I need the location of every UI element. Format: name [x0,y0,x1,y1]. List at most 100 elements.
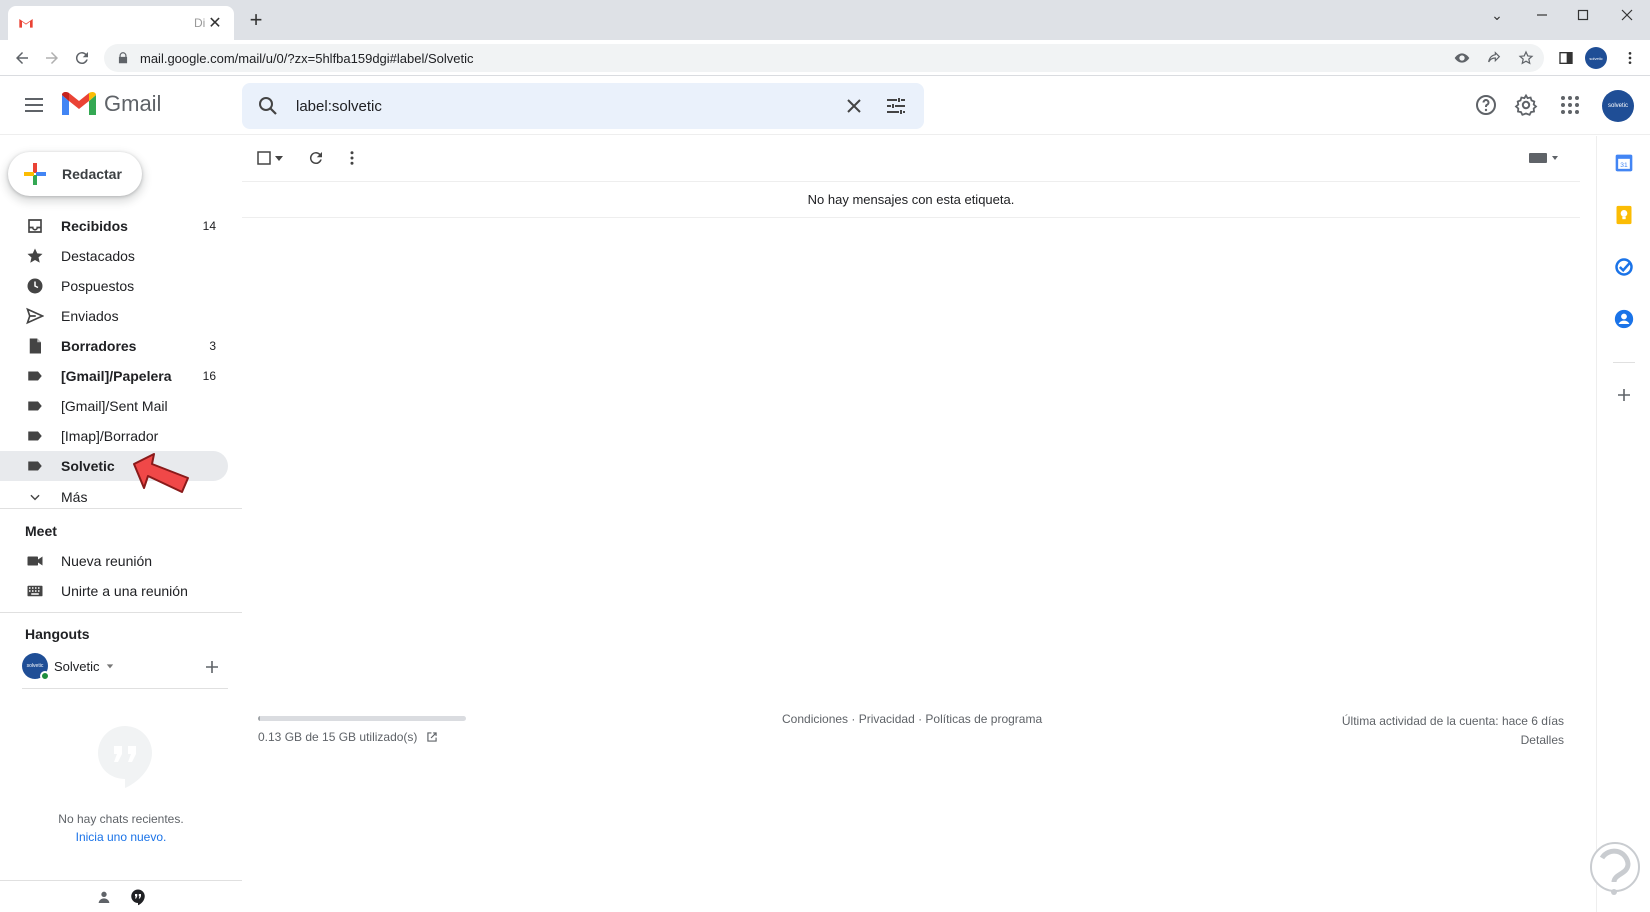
google-keep-icon[interactable] [1613,204,1635,226]
last-activity-text: Última actividad de la cuenta: hace 6 dí… [1341,714,1564,728]
solvetic-watermark-icon [1590,842,1640,895]
storage-usage-text: 0.13 GB de 15 GB utilizado(s) [258,730,418,744]
reload-button[interactable] [70,46,94,70]
account-avatar[interactable]: solvetic [1602,90,1634,122]
share-icon[interactable] [1484,48,1504,68]
start-new-chat-link[interactable]: Inicia uno nuevo. [76,830,167,844]
sidebar-item-new-meeting[interactable]: Nueva reunión [0,546,228,576]
search-icon[interactable] [256,94,280,118]
search-options-icon[interactable] [884,94,908,118]
sidebar-item-inbox[interactable]: Recibidos 14 [0,211,228,241]
tab-search-chevron-icon[interactable]: ⌄ [1474,0,1520,30]
minimize-button[interactable] [1519,0,1565,30]
url-field[interactable]: mail.google.com/mail/u/0/?zx=5hlfba159dg… [104,44,1544,72]
close-window-button[interactable] [1604,0,1650,30]
tab-title: Di [194,16,206,30]
red-pointer-arrow-icon [133,453,189,493]
address-bar-row: mail.google.com/mail/u/0/?zx=5hlfba159dg… [0,40,1650,76]
profile-avatar[interactable]: solvetic [1584,46,1608,70]
browser-menu-icon[interactable] [1618,46,1642,70]
sidebar-item-gmail-trash[interactable]: [Gmail]/Papelera 16 [0,361,228,391]
back-button[interactable] [10,46,34,70]
google-calendar-icon[interactable]: 31 [1613,152,1635,174]
hangouts-user[interactable]: solvetic Solvetic [22,653,114,681]
refresh-icon[interactable] [304,146,328,170]
gmail-logo[interactable]: Gmail [62,91,161,117]
sidebar-item-snoozed[interactable]: Pospuestos [0,271,228,301]
tab-close-icon[interactable]: ✕ [206,13,224,33]
forward-button[interactable] [40,46,64,70]
google-contacts-icon[interactable] [1613,308,1635,330]
sidebar-item-label: Borradores [61,338,137,354]
side-panel: 31 [1596,136,1650,912]
privacy-link[interactable]: Privacidad [859,712,915,726]
hangouts-user-name: Solvetic [54,658,100,674]
browser-tab[interactable]: Di ✕ [8,6,234,40]
sidebar-item-solvetic[interactable]: Solvetic [0,451,228,481]
sidebar: Redactar Recibidos 14 Destacados Pospues… [0,136,242,912]
gmail-favicon-icon [19,19,33,28]
search-bar[interactable] [242,83,924,129]
chat-bubble-icon [98,726,152,788]
app-name: Gmail [104,91,162,116]
main-menu-icon[interactable] [22,93,46,117]
input-tools-keyboard-icon[interactable] [1524,146,1564,170]
inbox-icon [25,216,45,236]
open-external-icon[interactable] [425,730,439,744]
details-link[interactable]: Detalles [1342,731,1564,750]
sidebar-item-starred[interactable]: Destacados [0,241,228,271]
chevron-down-icon [25,487,45,507]
sidebar-item-drafts[interactable]: Borradores 3 [0,331,228,361]
sidebar-item-label: Enviados [61,308,119,324]
get-addons-plus-icon[interactable] [1613,384,1635,406]
unread-count: 16 [202,369,216,383]
compose-button[interactable]: Redactar [8,152,142,196]
draft-file-icon [25,336,45,356]
sidebar-item-sent[interactable]: Enviados [0,301,228,331]
gmail-header: Gmail solvetic [0,77,1650,135]
label-icon [25,396,45,416]
clock-icon [25,276,45,296]
url-text: mail.google.com/mail/u/0/?zx=5hlfba159dg… [140,50,474,66]
hangouts-tab-icon[interactable] [128,887,148,907]
clear-search-icon[interactable] [842,94,866,118]
sidebar-item-label: Recibidos [61,218,128,234]
storage-progress-fill [258,716,261,721]
google-apps-icon[interactable] [1558,93,1582,117]
unread-count: 14 [202,219,216,233]
video-camera-icon [25,551,45,571]
star-icon [25,246,45,266]
google-tasks-icon[interactable] [1613,256,1635,278]
hangouts-avatar: solvetic [22,653,50,681]
sidebar-item-gmail-sent-mail[interactable]: [Gmail]/Sent Mail [0,391,228,421]
program-policies-link[interactable]: Políticas de programa [925,712,1042,726]
caret-down-icon[interactable] [106,662,114,670]
new-tab-button[interactable]: + [244,8,268,32]
account-activity: Última actividad de la cuenta: hace 6 dí… [1342,712,1564,750]
new-conversation-plus-icon[interactable] [204,659,220,675]
no-chats-text: No hay chats recientes. [58,812,184,826]
settings-gear-icon[interactable] [1514,93,1538,117]
profile-avatar-text: solvetic [1585,47,1607,69]
sidebar-item-label: [Gmail]/Sent Mail [61,398,168,414]
search-input[interactable] [296,94,796,118]
sidebar-item-join-meeting[interactable]: Unirte a una reunión [0,576,228,606]
terms-link[interactable]: Condiciones [782,712,848,726]
side-panel-icon[interactable] [1554,46,1578,70]
eye-icon[interactable] [1452,48,1472,68]
hangouts-avatar-text: solvetic [26,663,44,669]
hangouts-bottom-tabs [0,880,242,912]
message-toolbar [242,136,1580,182]
no-recent-chats: No hay chats recientes. Inicia uno nuevo… [0,810,242,846]
sidebar-item-imap-draft[interactable]: [Imap]/Borrador [0,421,228,451]
help-icon[interactable] [1474,93,1498,117]
more-options-icon[interactable] [340,146,364,170]
sidebar-item-label: [Imap]/Borrador [61,428,159,444]
bookmark-star-icon[interactable] [1516,48,1536,68]
select-caret-down-icon[interactable] [272,146,286,170]
calendar-day-number: 31 [1620,162,1628,169]
online-status-dot [40,671,50,681]
maximize-button[interactable] [1560,0,1606,30]
contacts-person-icon[interactable] [94,887,114,907]
hangouts-divider [22,688,228,689]
